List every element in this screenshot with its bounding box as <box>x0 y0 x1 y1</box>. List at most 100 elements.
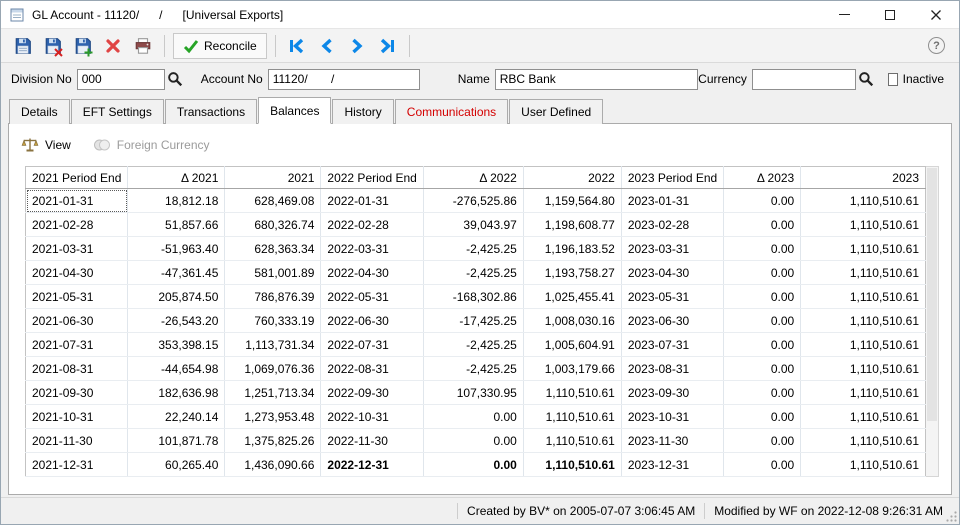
grid-cell[interactable]: 1,003,179.66 <box>523 356 622 381</box>
grid-cell[interactable]: 0.00 <box>723 380 802 405</box>
grid-cell[interactable]: 1,273,953.48 <box>224 404 322 429</box>
grid-cell[interactable]: 1,159,564.80 <box>523 188 622 213</box>
grid-cell[interactable]: 2023-12-31 <box>621 452 725 477</box>
grid-cell[interactable]: 680,326.74 <box>224 212 322 237</box>
delete-button[interactable] <box>99 33 126 59</box>
save-new-button[interactable] <box>69 33 96 59</box>
column-header[interactable]: 2022 Period End <box>320 166 424 189</box>
grid-cell[interactable]: -44,654.98 <box>127 356 226 381</box>
grid-cell[interactable]: 1,110,510.61 <box>800 188 926 213</box>
grid-cell[interactable]: 1,110,510.61 <box>800 380 926 405</box>
maximize-button[interactable] <box>867 1 913 28</box>
column-header[interactable]: Δ 2022 <box>423 166 524 189</box>
grid-cell[interactable]: 1,196,183.52 <box>523 236 622 261</box>
grid-cell[interactable]: 205,874.50 <box>127 284 226 309</box>
grid-cell[interactable]: 1,110,510.61 <box>800 284 926 309</box>
grid-cell[interactable]: 1,110,510.61 <box>523 380 622 405</box>
tab-communications[interactable]: Communications <box>394 99 509 124</box>
grid-cell[interactable]: 2022-07-31 <box>320 332 424 357</box>
grid-cell[interactable]: 1,069,076.36 <box>224 356 322 381</box>
grid-cell[interactable]: 1,025,455.41 <box>523 284 622 309</box>
grid-cell[interactable]: 0.00 <box>723 236 802 261</box>
save-button[interactable] <box>9 33 36 59</box>
grid-cell[interactable]: 2021-02-28 <box>25 212 129 237</box>
grid-cell[interactable]: 39,043.97 <box>423 212 524 237</box>
tab-balances[interactable]: Balances <box>258 97 332 124</box>
grid-cell[interactable]: 0.00 <box>423 428 524 453</box>
close-button[interactable] <box>913 1 959 28</box>
grid-cell[interactable]: 2022-08-31 <box>320 356 424 381</box>
grid-cell[interactable]: 2021-04-30 <box>25 260 129 285</box>
grid-cell[interactable]: -168,302.86 <box>423 284 524 309</box>
grid-cell[interactable]: 2021-05-31 <box>25 284 129 309</box>
tab-details[interactable]: Details <box>9 99 70 124</box>
grid-cell[interactable]: 2023-07-31 <box>621 332 725 357</box>
grid-cell[interactable]: 1,110,510.61 <box>800 260 926 285</box>
last-record-button[interactable] <box>374 33 401 59</box>
grid-cell[interactable]: 1,110,510.61 <box>800 356 926 381</box>
grid-cell[interactable]: 1,193,758.27 <box>523 260 622 285</box>
grid-cell[interactable]: 2023-04-30 <box>621 260 725 285</box>
account-input[interactable] <box>267 68 420 90</box>
currency-lookup-icon[interactable] <box>858 71 874 87</box>
grid-cell[interactable]: 1,110,510.61 <box>800 428 926 453</box>
grid-cell[interactable]: 1,113,731.34 <box>224 332 322 357</box>
grid-cell[interactable]: 0.00 <box>723 428 802 453</box>
grid-cell[interactable]: 1,110,510.61 <box>800 404 926 429</box>
grid-cell[interactable]: 18,812.18 <box>127 188 226 213</box>
grid-cell[interactable]: 1,110,510.61 <box>800 212 926 237</box>
grid-cell[interactable]: 2023-10-31 <box>621 404 725 429</box>
grid-cell[interactable]: 2022-09-30 <box>320 380 424 405</box>
tab-history[interactable]: History <box>332 99 394 124</box>
grid-cell[interactable]: 2022-06-30 <box>320 308 424 333</box>
grid-cell[interactable]: 0.00 <box>723 260 802 285</box>
grid-cell[interactable]: 0.00 <box>723 332 802 357</box>
column-header[interactable]: 2021 <box>224 166 322 189</box>
grid-cell[interactable]: 2021-09-30 <box>25 380 129 405</box>
grid-cell[interactable]: 2021-12-31 <box>25 452 129 477</box>
grid-cell[interactable]: 2023-08-31 <box>621 356 725 381</box>
grid-cell[interactable]: 2021-11-30 <box>25 428 129 453</box>
grid-cell[interactable]: -2,425.25 <box>423 356 524 381</box>
name-input[interactable] <box>494 68 699 90</box>
grid-cell[interactable]: 2021-10-31 <box>25 404 129 429</box>
grid-cell[interactable]: -47,361.45 <box>127 260 226 285</box>
grid-cell[interactable]: 22,240.14 <box>127 404 226 429</box>
grid-cell[interactable]: 2022-05-31 <box>320 284 424 309</box>
grid-cell[interactable]: 353,398.15 <box>127 332 226 357</box>
scrollbar-thumb[interactable] <box>927 168 937 422</box>
column-header[interactable]: 2023 <box>800 166 926 189</box>
grid-cell[interactable]: 0.00 <box>723 284 802 309</box>
tab-eft-settings[interactable]: EFT Settings <box>70 99 164 124</box>
grid-cell[interactable]: 1,110,510.61 <box>800 236 926 261</box>
column-header[interactable]: 2022 <box>523 166 622 189</box>
grid-cell[interactable]: 2022-01-31 <box>320 188 424 213</box>
grid-cell[interactable]: -17,425.25 <box>423 308 524 333</box>
grid-cell[interactable]: -276,525.86 <box>423 188 524 213</box>
grid-cell[interactable]: 2022-02-28 <box>320 212 424 237</box>
grid-cell[interactable]: 2021-07-31 <box>25 332 129 357</box>
column-header[interactable]: 2023 Period End <box>621 166 725 189</box>
first-record-button[interactable] <box>284 33 311 59</box>
grid-cell[interactable]: 628,469.08 <box>224 188 322 213</box>
column-header[interactable]: Δ 2021 <box>127 166 226 189</box>
view-button[interactable]: View <box>21 137 71 153</box>
reconcile-button[interactable]: Reconcile <box>173 32 267 59</box>
column-header[interactable]: 2021 Period End <box>25 166 129 189</box>
grid-cell[interactable]: 2021-08-31 <box>25 356 129 381</box>
grid-cell[interactable]: 101,871.78 <box>127 428 226 453</box>
grid-cell[interactable]: 2023-02-28 <box>621 212 725 237</box>
grid-cell[interactable]: 1,110,510.61 <box>523 404 622 429</box>
grid-cell[interactable]: 2021-06-30 <box>25 308 129 333</box>
grid-cell[interactable]: -51,963.40 <box>127 236 226 261</box>
grid-cell[interactable]: 2023-01-31 <box>621 188 725 213</box>
division-input[interactable] <box>76 68 165 90</box>
vertical-scrollbar[interactable] <box>926 166 939 477</box>
grid-cell[interactable]: 0.00 <box>723 404 802 429</box>
foreign-currency-button[interactable]: Foreign Currency <box>93 137 210 153</box>
grid-cell[interactable]: 2022-11-30 <box>320 428 424 453</box>
grid-cell[interactable]: -26,543.20 <box>127 308 226 333</box>
next-record-button[interactable] <box>344 33 371 59</box>
grid-cell[interactable]: 2022-04-30 <box>320 260 424 285</box>
grid-cell[interactable]: 628,363.34 <box>224 236 322 261</box>
